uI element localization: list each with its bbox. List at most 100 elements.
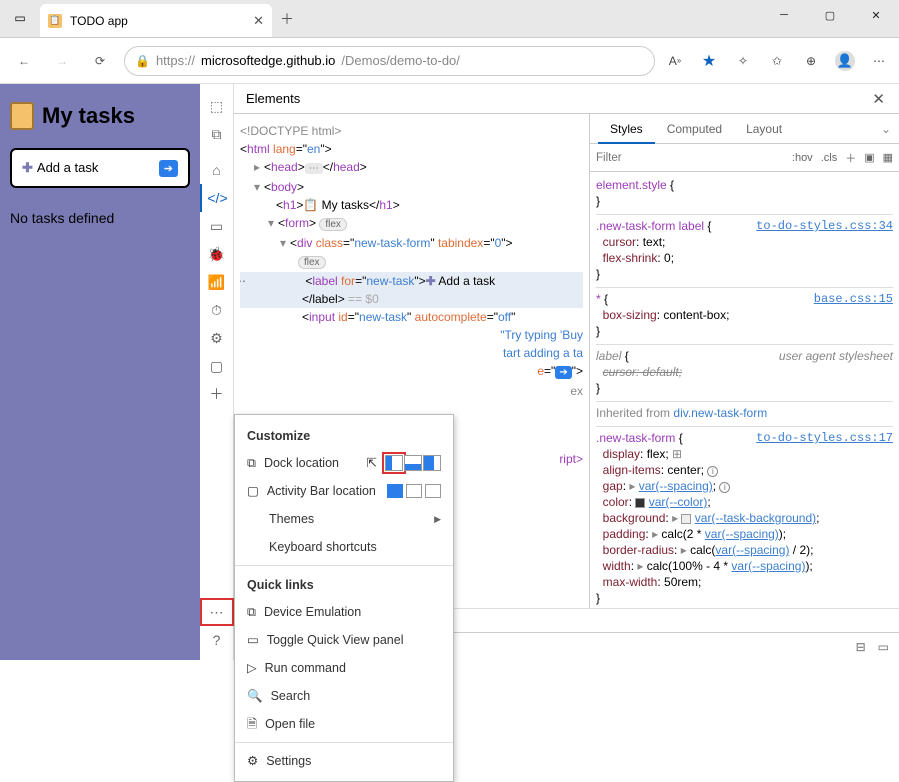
square-icon: ▢ <box>247 482 259 500</box>
source-link[interactable]: to-do-styles.css:17 <box>756 430 893 446</box>
customize-devtools-button[interactable]: ⋯ <box>200 598 234 626</box>
add-task-placeholder: Add a task <box>37 160 98 175</box>
inherited-from-div: Inherited from div.new-task-form <box>596 402 893 427</box>
submenu-arrow-icon: ▶ <box>434 510 441 528</box>
dock-left-option[interactable] <box>385 455 403 471</box>
clipboard-icon <box>10 102 34 130</box>
favorite-star-icon[interactable]: ★ <box>699 51 719 71</box>
customize-menu: Customize ⧉ Dock location ⇱ ▢ Activi <box>234 414 454 782</box>
network-tool-icon[interactable]: 📶 <box>200 268 234 296</box>
file-icon: 🗎 <box>247 715 257 733</box>
memory-tool-icon[interactable]: ⚙ <box>200 324 234 352</box>
settings-item[interactable]: ⚙Settings <box>235 747 453 775</box>
plus-icon: ✚ <box>22 160 33 175</box>
window-close-button[interactable]: ✕ <box>853 0 899 30</box>
rule-universal[interactable]: * {base.css:15 box-sizing: content-box;} <box>596 288 893 345</box>
performance-tool-icon[interactable]: ⏱ <box>200 296 234 324</box>
rule-label-ua[interactable]: label {user agent stylesheet cursor: def… <box>596 345 893 402</box>
add-task-input[interactable]: ✚ Add a task ➔ <box>10 148 190 188</box>
tab-styles[interactable]: Styles <box>598 114 655 144</box>
favorites-bar-icon[interactable]: ✩ <box>767 51 787 71</box>
elements-panel-header: Elements ✕ <box>234 84 899 114</box>
hov-toggle[interactable]: :hov <box>792 152 813 164</box>
customize-header: Customize <box>235 421 453 449</box>
url-host: microsoftedge.github.io <box>201 53 335 68</box>
profile-avatar[interactable]: 👤 <box>835 51 855 71</box>
styles-tabs-more-icon[interactable]: ⌄ <box>881 122 891 136</box>
device-emulation-item[interactable]: ⧉Device Emulation <box>235 598 453 626</box>
panel-icon: ▭ <box>247 631 259 649</box>
activity-bar-right-option[interactable] <box>425 484 441 498</box>
drawer-errors-icon[interactable]: ⊟ <box>856 640 866 654</box>
tab-actions-button[interactable]: ▭ <box>0 0 40 37</box>
console-tool-icon[interactable]: ▭ <box>200 212 234 240</box>
rule-new-task-form[interactable]: .new-task-form {to-do-styles.css:17 disp… <box>596 427 893 608</box>
read-aloud-icon[interactable]: A» <box>665 51 685 71</box>
inspect-icon[interactable]: ⬚ <box>200 92 234 120</box>
devtools-pane: Elements ✕ <!DOCTYPE html> <html lang="e… <box>234 84 899 660</box>
empty-state: No tasks defined <box>10 210 190 226</box>
source-link[interactable]: base.css:15 <box>814 291 893 307</box>
keyboard-shortcuts-item[interactable]: Keyboard shortcuts <box>235 533 453 561</box>
todo-app-pane: My tasks ✚ Add a task ➔ No tasks defined <box>0 84 200 660</box>
themes-menu-item[interactable]: Themes ▶ <box>235 505 453 533</box>
run-command-item[interactable]: ▷Run command <box>235 654 453 682</box>
search-item[interactable]: 🔍Search <box>235 682 453 710</box>
drawer-collapse-icon[interactable]: ▭ <box>878 640 889 654</box>
app-title-label: My tasks <box>42 103 135 129</box>
elements-tool-icon[interactable]: </> <box>200 184 234 212</box>
device-toggle-icon[interactable]: ⧉ <box>200 120 234 148</box>
toggle-quick-view-item[interactable]: ▭Toggle Quick View panel <box>235 626 453 654</box>
help-icon[interactable]: ? <box>200 626 234 654</box>
computed-toggle-icon[interactable]: ▦ <box>883 151 893 164</box>
tab-computed[interactable]: Computed <box>655 114 734 144</box>
url-path: /Demos/demo-to-do/ <box>341 53 460 68</box>
dock-popout-icon[interactable]: ⇱ <box>367 454 377 472</box>
rule-new-task-form-label[interactable]: .new-task-form label {to-do-styles.css:3… <box>596 215 893 288</box>
close-devtools-icon[interactable]: ✕ <box>866 90 891 108</box>
dock-right-option[interactable] <box>423 455 441 471</box>
tab-layout[interactable]: Layout <box>734 114 794 144</box>
app-title: My tasks <box>10 102 190 130</box>
sources-tool-icon[interactable]: 🐞 <box>200 240 234 268</box>
devtools-activity-bar: ⬚ ⧉ ⌂ </> ▭ 🐞 📶 ⏱ ⚙ ▢ ＋ ⋯ ? <box>200 84 234 660</box>
url-scheme: https:// <box>156 53 195 68</box>
cls-toggle[interactable]: .cls <box>821 152 838 164</box>
elements-dom-tree[interactable]: <!DOCTYPE html> <html lang="en"> ▸<head>… <box>234 114 589 608</box>
activity-bar-location-row: ▢ Activity Bar location <box>235 477 453 505</box>
address-bar[interactable]: 🔒 https:// microsoftedge.github.io /Demo… <box>124 46 655 76</box>
search-icon: 🔍 <box>247 687 263 705</box>
new-tab-button[interactable]: ＋ <box>272 1 302 37</box>
lock-icon: 🔒 <box>135 54 150 68</box>
element-style-rule[interactable]: element.style {} <box>596 174 893 215</box>
quick-links-header: Quick links <box>235 570 453 598</box>
window-minimize-button[interactable]: ─ <box>761 0 807 30</box>
application-tool-icon[interactable]: ▢ <box>200 352 234 380</box>
open-file-item[interactable]: 🗎Open file <box>235 710 453 738</box>
elements-panel-title: Elements <box>246 91 300 106</box>
back-button[interactable]: ← <box>10 47 38 75</box>
browser-tab[interactable]: 📋 TODO app ✕ <box>40 4 272 37</box>
activity-bar-top-option[interactable] <box>406 484 422 498</box>
reload-button[interactable]: ⟳ <box>86 47 114 75</box>
new-style-rule-icon[interactable]: ＋ <box>845 150 856 166</box>
submit-task-icon[interactable]: ➔ <box>159 160 178 177</box>
styles-filter-input[interactable] <box>596 152 784 164</box>
tab-title: TODO app <box>70 14 245 28</box>
activity-bar-left-option[interactable] <box>387 484 403 498</box>
collections-icon[interactable]: ⊕ <box>801 51 821 71</box>
add-tool-icon[interactable]: ＋ <box>200 380 234 408</box>
device-icon: ⧉ <box>247 603 256 621</box>
forward-button[interactable]: → <box>48 47 76 75</box>
window-maximize-button[interactable]: ▢ <box>807 0 853 30</box>
dock-location-row: ⧉ Dock location ⇱ <box>235 449 453 477</box>
styles-pane: Styles Computed Layout ⌄ :hov .cls ＋ ▣ ▦… <box>589 114 899 608</box>
dock-bottom-option[interactable] <box>404 455 422 471</box>
extensions-icon[interactable]: ✧ <box>733 51 753 71</box>
welcome-tool-icon[interactable]: ⌂ <box>200 156 234 184</box>
device-ratio-icon[interactable]: ▣ <box>864 151 874 164</box>
tab-favicon-icon: 📋 <box>48 14 62 28</box>
browser-menu-icon[interactable]: ⋯ <box>869 51 889 71</box>
source-link[interactable]: to-do-styles.css:34 <box>756 218 893 234</box>
close-tab-icon[interactable]: ✕ <box>253 13 264 29</box>
